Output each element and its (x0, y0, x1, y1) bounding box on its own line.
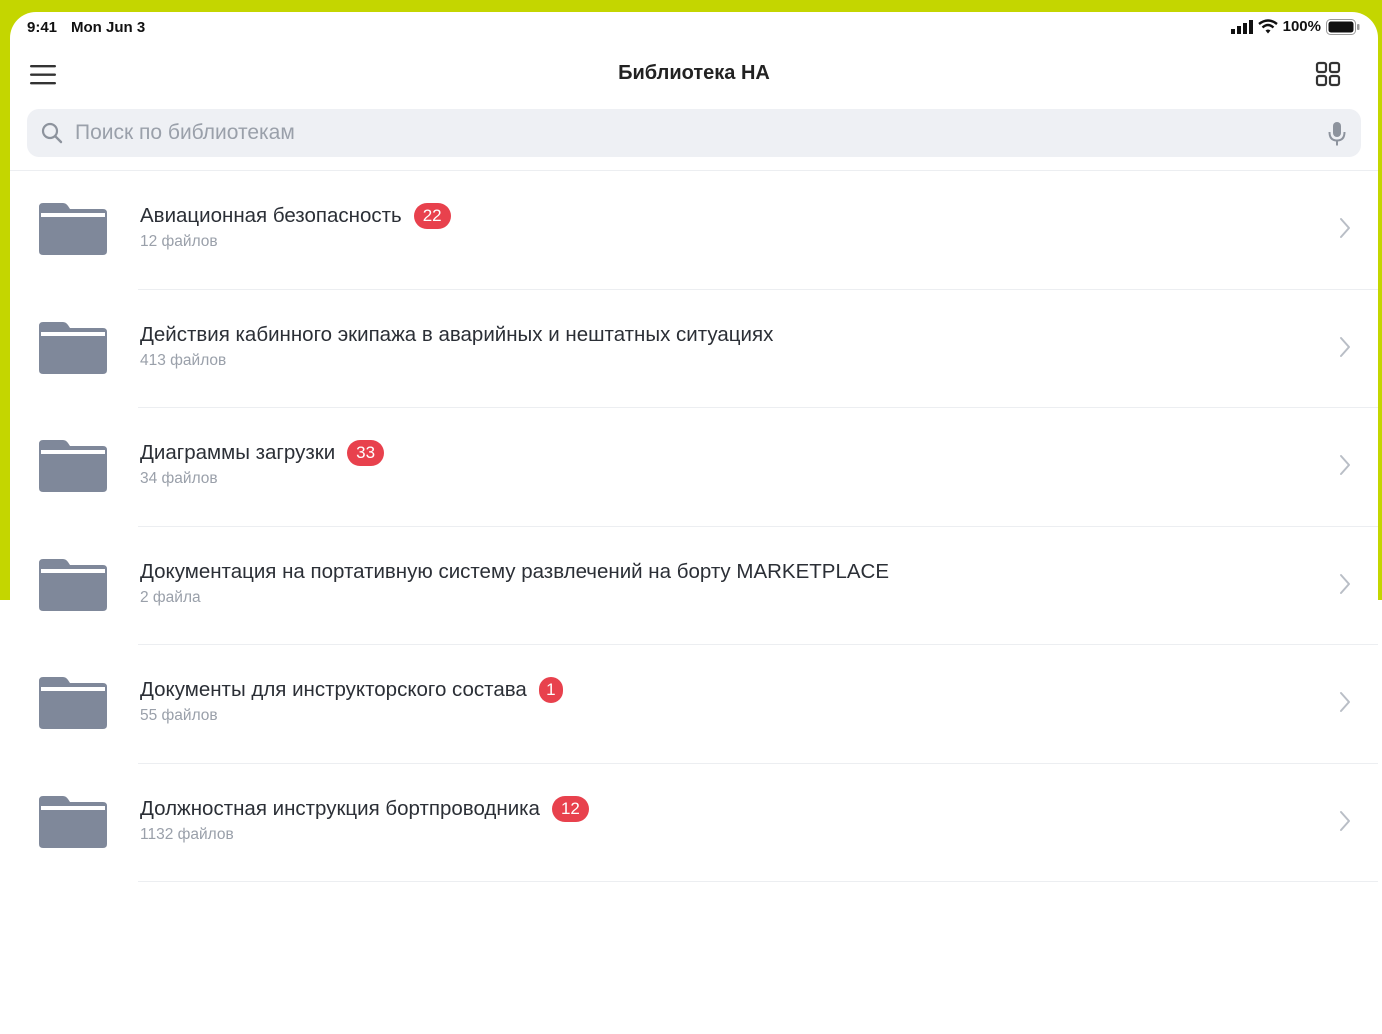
list-item-text: Документы для инструкторского состава 1 … (140, 675, 563, 725)
list-item-title-row: Диаграммы загрузки 33 (140, 438, 385, 468)
unread-badge: 12 (551, 795, 589, 822)
grid-view-button[interactable] (1314, 60, 1342, 88)
chevron-right-icon (1340, 692, 1350, 712)
unread-badge: 33 (347, 440, 385, 466)
folder-icon (39, 677, 107, 729)
grid-icon (1315, 61, 1341, 87)
app-window: 9:41 Mon Jun 3 100% Библиотека НА Поиск … (10, 12, 1378, 1034)
folder-icon (39, 795, 107, 848)
search-icon (41, 122, 63, 144)
search-bar (27, 109, 1361, 157)
chevron-right-icon (1340, 455, 1350, 475)
unread-badge: 22 (413, 203, 451, 229)
status-date: Mon Jun 3 (71, 19, 146, 36)
list-item-file-count: 55 файлов (140, 707, 218, 724)
list-item-title-row: Должностная инструкция бортпроводника 12 (140, 794, 589, 824)
list-item-title: Диаграммы загрузки (140, 441, 336, 464)
list-item-title: Авиационная безопасность (140, 204, 402, 227)
signal-icon (1230, 19, 1253, 34)
list-item-title-row: Документация на портативную систему разв… (140, 557, 889, 587)
chevron-right-icon (1340, 336, 1350, 357)
chevron-right-icon (1340, 218, 1350, 238)
folder-icon (39, 558, 107, 611)
status-indicators: 100% (1230, 18, 1360, 35)
status-bar: 9:41 Mon Jun 3 100% (10, 12, 1378, 46)
list-item-text: Документация на портативную систему разв… (140, 557, 889, 607)
search-input[interactable] (75, 109, 1305, 157)
list-item-title: Документы для инструкторского состава (140, 678, 527, 701)
chevron-right-icon (1340, 573, 1350, 594)
list-item[interactable]: Документация на портативную систему разв… (10, 527, 1378, 646)
library-list: Авиационная безопасность 22 12 файлов Де… (10, 170, 1378, 882)
battery-percent: 100% (1282, 18, 1321, 35)
page-title: Библиотека НА (618, 62, 770, 84)
list-item[interactable]: Диаграммы загрузки 33 34 файлов (10, 408, 1378, 527)
list-item[interactable]: Должностная инструкция бортпроводника 12… (10, 764, 1378, 883)
battery-icon (1326, 18, 1360, 35)
list-item-title-row: Действия кабинного экипажа в аварийных и… (140, 320, 773, 350)
list-item-title-row: Документы для инструкторского состава 1 (140, 675, 563, 705)
list-item-title: Документация на портативную систему разв… (140, 559, 890, 583)
list-item-title-row: Авиационная безопасность 22 (140, 201, 451, 231)
chevron-right-icon (1340, 810, 1350, 831)
navigation-bar: Библиотека НА (10, 50, 1378, 100)
folder-icon (39, 440, 107, 492)
folder-icon (39, 321, 107, 374)
microphone-icon[interactable] (1327, 121, 1347, 147)
list-item[interactable]: Авиационная безопасность 22 12 файлов (10, 171, 1378, 290)
unread-badge: 1 (538, 677, 563, 703)
list-item-file-count: 413 файлов (140, 351, 227, 369)
list-item-text: Диаграммы загрузки 33 34 файлов (140, 438, 385, 488)
list-item-text: Должностная инструкция бортпроводника 12… (140, 794, 589, 844)
list-item-file-count: 34 файлов (140, 470, 218, 487)
list-item-title: Действия кабинного экипажа в аварийных и… (140, 322, 774, 346)
wifi-icon (1257, 19, 1278, 34)
list-item[interactable]: Действия кабинного экипажа в аварийных и… (10, 290, 1378, 409)
list-item-file-count: 12 файлов (140, 233, 218, 250)
folder-icon (39, 203, 107, 255)
list-item-file-count: 1132 файлов (140, 825, 234, 843)
list-item-title: Должностная инструкция бортпроводника (140, 796, 540, 820)
list-item-file-count: 2 файла (140, 588, 201, 606)
list-item-text: Действия кабинного экипажа в аварийных и… (140, 320, 773, 370)
list-item[interactable]: Документы для инструкторского состава 1 … (10, 645, 1378, 764)
status-time: 9:41 (27, 19, 58, 36)
list-item-text: Авиационная безопасность 22 12 файлов (140, 201, 451, 251)
